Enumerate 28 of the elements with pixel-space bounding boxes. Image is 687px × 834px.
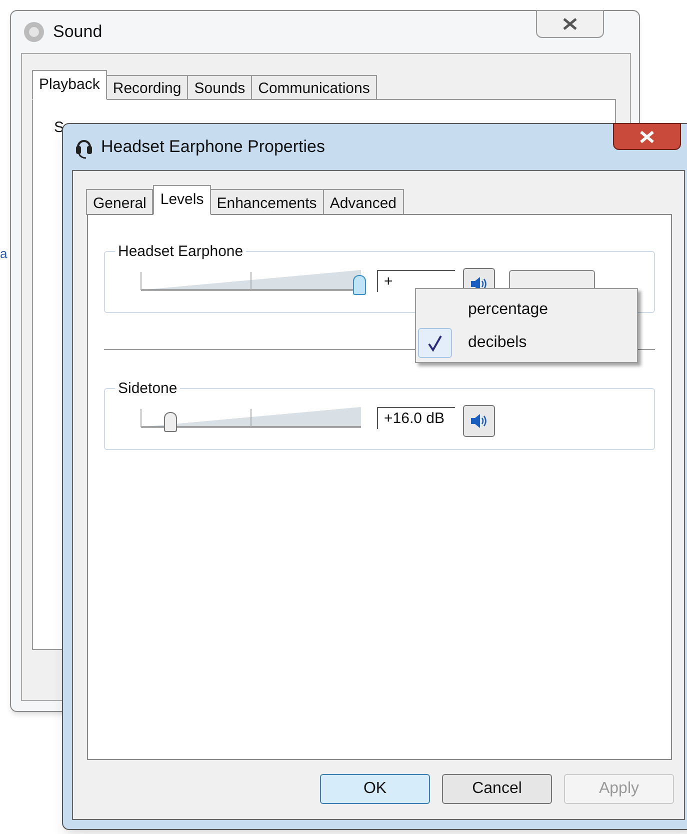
tab[interactable]: Levels [153, 185, 211, 215]
tab[interactable]: Sounds [187, 75, 252, 100]
speaker-icon [470, 413, 488, 429]
window-title: Sound [53, 21, 102, 44]
close-icon [562, 17, 578, 31]
menu-item[interactable]: decibels [418, 326, 635, 359]
tab[interactable]: Communications [251, 75, 377, 100]
check-icon [427, 334, 443, 352]
window-title: Headset Earphone Properties [101, 136, 325, 158]
menu-item[interactable]: percentage [418, 293, 635, 326]
slider-thumb[interactable] [164, 412, 177, 432]
close-button[interactable] [613, 123, 681, 150]
slider-thumb[interactable] [352, 275, 366, 295]
tab[interactable]: Recording [106, 75, 188, 100]
tab[interactable]: Enhancements [210, 189, 324, 215]
level-field[interactable]: +16.0 dB [377, 407, 455, 429]
tab[interactable]: Playback [32, 70, 107, 100]
mute-button[interactable] [463, 405, 495, 437]
tab[interactable]: General [86, 189, 154, 215]
tab[interactable]: Advanced [322, 189, 404, 215]
menu-item-label: decibels [468, 332, 527, 352]
close-button[interactable] [536, 10, 604, 38]
menu-item-label: percentage [468, 300, 548, 320]
close-icon [639, 130, 655, 144]
dialog-button[interactable]: Cancel [442, 774, 552, 804]
speaker-disc-icon [23, 21, 45, 43]
desktop-text: a [0, 245, 8, 263]
dialog-button[interactable]: OK [320, 774, 430, 804]
